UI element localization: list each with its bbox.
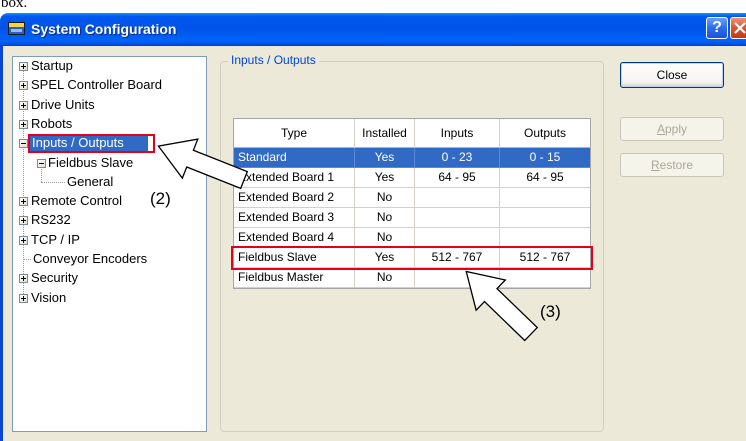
callout-label-table: (3) xyxy=(540,302,561,321)
callout-arrow-table xyxy=(465,270,539,342)
callout-label-tree: (2) xyxy=(150,189,171,208)
callout-arrows xyxy=(157,138,539,342)
